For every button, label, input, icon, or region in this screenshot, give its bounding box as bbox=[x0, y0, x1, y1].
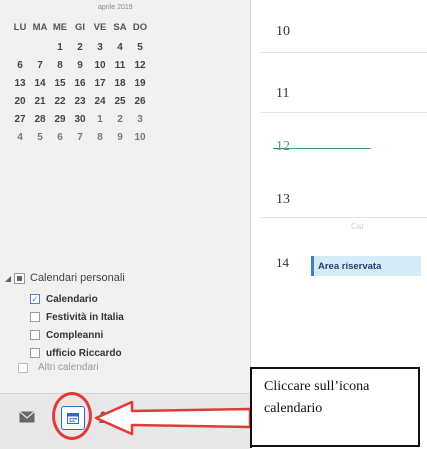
instruction-callout: Cliccare sull’icona calendario bbox=[250, 367, 420, 447]
callout-line-1: Cliccare sull’icona bbox=[264, 379, 370, 394]
callout-line-2: calendario bbox=[264, 401, 323, 416]
